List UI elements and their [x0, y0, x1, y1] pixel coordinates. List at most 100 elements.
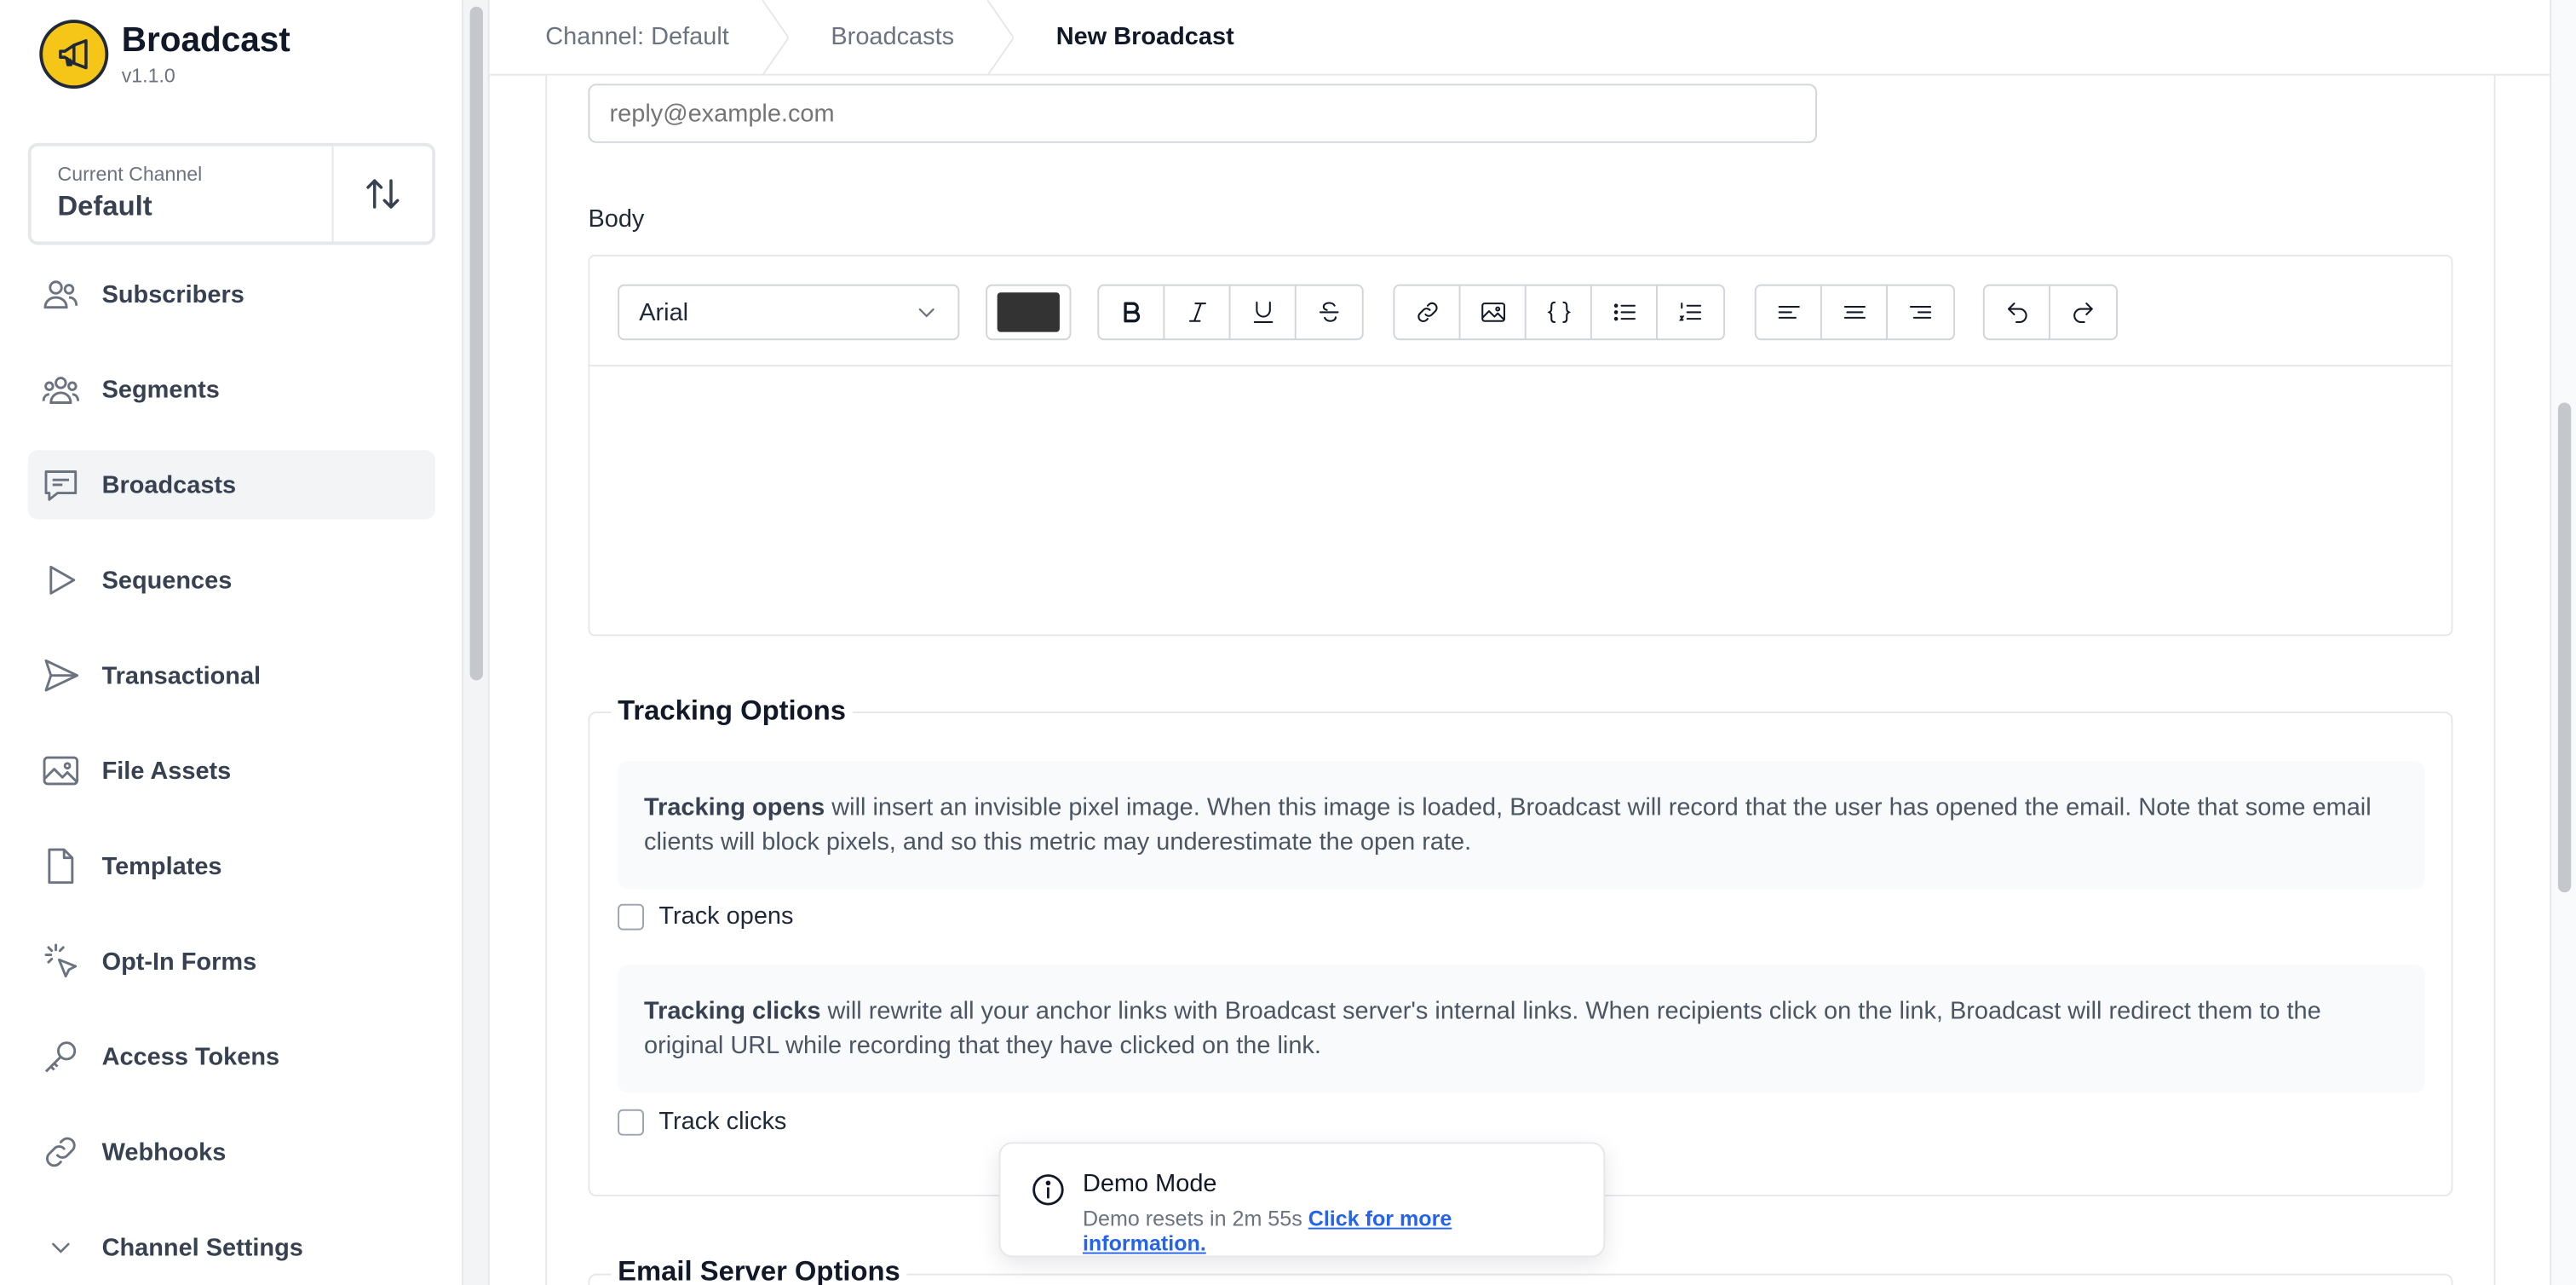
breadcrumb-label: Channel: Default	[545, 23, 729, 51]
toast-message: Demo resets in 2m 55s Click for more inf…	[1083, 1207, 1574, 1256]
sidebar-item-subscribers[interactable]: Subscribers	[28, 260, 435, 329]
format-button-group	[1097, 284, 1364, 341]
image-icon	[1481, 303, 1505, 322]
align-center-button[interactable]	[1822, 285, 1888, 339]
demo-mode-toast: Demo Mode Demo resets in 2m 55s Click fo…	[998, 1142, 1606, 1258]
strikethrough-button[interactable]	[1297, 286, 1362, 339]
align-center-icon	[1843, 305, 1866, 319]
current-channel-label: Current Channel	[57, 162, 203, 186]
photo-icon	[41, 751, 80, 790]
sidebar-item-label: Channel Settings	[101, 1233, 303, 1262]
info-icon	[1032, 1174, 1064, 1206]
sidebar-scrollbar-thumb[interactable]	[469, 6, 484, 681]
bold-icon	[1123, 302, 1140, 323]
text-color-swatch	[997, 292, 1060, 332]
underline-button[interactable]	[1231, 285, 1297, 339]
sidebar-item-label: Webhooks	[101, 1138, 227, 1167]
tracking-opens-description: will insert an invisible pixel image. Wh…	[644, 793, 2372, 856]
sidebar-item-segments[interactable]: Segments	[28, 355, 435, 424]
align-left-button[interactable]	[1757, 285, 1822, 339]
tracking-clicks-title: Tracking clicks	[644, 997, 821, 1026]
main-scrollbar-thumb[interactable]	[2557, 402, 2572, 893]
reply-to-input[interactable]	[588, 84, 1818, 143]
insert-link-button[interactable]	[1394, 285, 1461, 339]
main-scrollbar[interactable]	[2550, 0, 2576, 1285]
sidebar-item-broadcasts[interactable]: Broadcasts	[27, 450, 436, 520]
rich-text-editor: Arial	[588, 254, 2453, 637]
redo-icon	[2073, 303, 2093, 324]
font-family-select[interactable]: Arial	[618, 284, 960, 341]
text-color-picker[interactable]	[986, 284, 1072, 341]
track-opens-checkbox-box[interactable]	[618, 902, 645, 930]
breadcrumb-item-channel[interactable]: Channel: Default	[490, 0, 789, 75]
track-opens-checkbox[interactable]: Track opens	[618, 902, 793, 931]
toast-title: Demo Mode	[1082, 1170, 1217, 1198]
app-version: v1.1.0	[121, 64, 175, 88]
sidebar-item-label: Transactional	[101, 661, 262, 690]
sidebar-item-sequences[interactable]: Sequences	[28, 545, 435, 614]
sidebar-item-opt-in-forms[interactable]: Opt-In Forms	[28, 927, 435, 996]
megaphone-logo-icon	[39, 20, 109, 89]
redo-button[interactable]	[2050, 286, 2116, 339]
sidebar-item-access-tokens[interactable]: Access Tokens	[28, 1023, 435, 1092]
users-icon	[41, 274, 80, 314]
app-root: Broadcast v1.1.0 Current Channel Default…	[0, 0, 2576, 1285]
chevron-down-icon	[41, 1228, 80, 1267]
sidebar-item-label: Segments	[101, 375, 220, 404]
insert-code-button[interactable]	[1527, 285, 1592, 339]
track-clicks-label: Track clicks	[658, 1107, 787, 1136]
font-family-value: Arial	[639, 298, 689, 326]
tracking-options-legend: Tracking Options	[611, 694, 853, 729]
insert-button-group	[1393, 284, 1726, 341]
sidebar-item-transactional[interactable]: Transactional	[28, 641, 435, 710]
bullet-list-icon	[1613, 303, 1636, 321]
history-button-group	[1982, 284, 2118, 341]
chat-bubble-icon	[41, 465, 80, 504]
track-clicks-checkbox[interactable]: Track clicks	[618, 1108, 786, 1136]
arrows-up-down-icon	[366, 179, 400, 209]
insert-image-button[interactable]	[1461, 285, 1527, 339]
undo-button[interactable]	[1985, 285, 2050, 339]
paper-airplane-icon	[41, 656, 80, 695]
breadcrumb-item-broadcasts[interactable]: Broadcasts	[775, 0, 1014, 75]
sidebar-item-label: Templates	[101, 851, 222, 880]
undo-icon	[2007, 303, 2027, 324]
sidebar: Broadcast v1.1.0 Current Channel Default…	[0, 0, 463, 1285]
sidebar-item-file-assets[interactable]: File Assets	[28, 736, 435, 805]
brand[interactable]: Broadcast v1.1.0	[39, 20, 290, 89]
bold-button[interactable]	[1099, 285, 1165, 339]
chevron-down-icon	[918, 308, 934, 318]
sidebar-item-channel-settings[interactable]: Channel Settings	[28, 1213, 435, 1282]
italic-button[interactable]	[1164, 285, 1231, 339]
track-clicks-checkbox-box[interactable]	[618, 1108, 645, 1135]
current-channel: Current Channel Default	[32, 146, 334, 242]
underline-icon	[1252, 301, 1273, 324]
tracking-opens-title: Tracking opens	[644, 793, 825, 822]
align-right-icon	[1909, 305, 1932, 319]
sidebar-item-webhooks[interactable]: Webhooks	[28, 1117, 435, 1186]
track-opens-label: Track opens	[658, 902, 794, 931]
tracking-opens-info: Tracking opens will insert an invisible …	[618, 760, 2425, 890]
body-label: Body	[588, 205, 645, 233]
bullet-list-button[interactable]	[1592, 285, 1658, 339]
editor-toolbar: Arial	[589, 256, 2452, 367]
cursor-click-icon	[41, 942, 80, 981]
numbered-list-icon	[1679, 303, 1702, 321]
align-right-button[interactable]	[1888, 286, 1953, 339]
align-left-icon	[1777, 305, 1799, 319]
sidebar-item-label: Broadcasts	[101, 470, 237, 499]
email-server-options-legend: Email Server Options	[611, 1255, 907, 1285]
sidebar-item-templates[interactable]: Templates	[28, 832, 435, 901]
sidebar-nav: Subscribers Segments Broadcasts Sequence…	[27, 260, 436, 1285]
switch-channel-button[interactable]	[334, 147, 433, 242]
sidebar-scrollbar[interactable]	[463, 0, 490, 1285]
breadcrumb-label: Broadcasts	[831, 23, 955, 51]
editor-content-area[interactable]	[589, 366, 2451, 636]
code-braces-icon	[1546, 301, 1571, 324]
tracking-clicks-info: Tracking clicks will rewrite all your an…	[618, 965, 2425, 1093]
sidebar-item-label: Access Tokens	[101, 1042, 280, 1071]
italic-icon	[1187, 303, 1206, 322]
sidebar-item-label: File Assets	[101, 757, 232, 785]
numbered-list-button[interactable]	[1658, 286, 1723, 339]
document-icon	[41, 846, 80, 885]
